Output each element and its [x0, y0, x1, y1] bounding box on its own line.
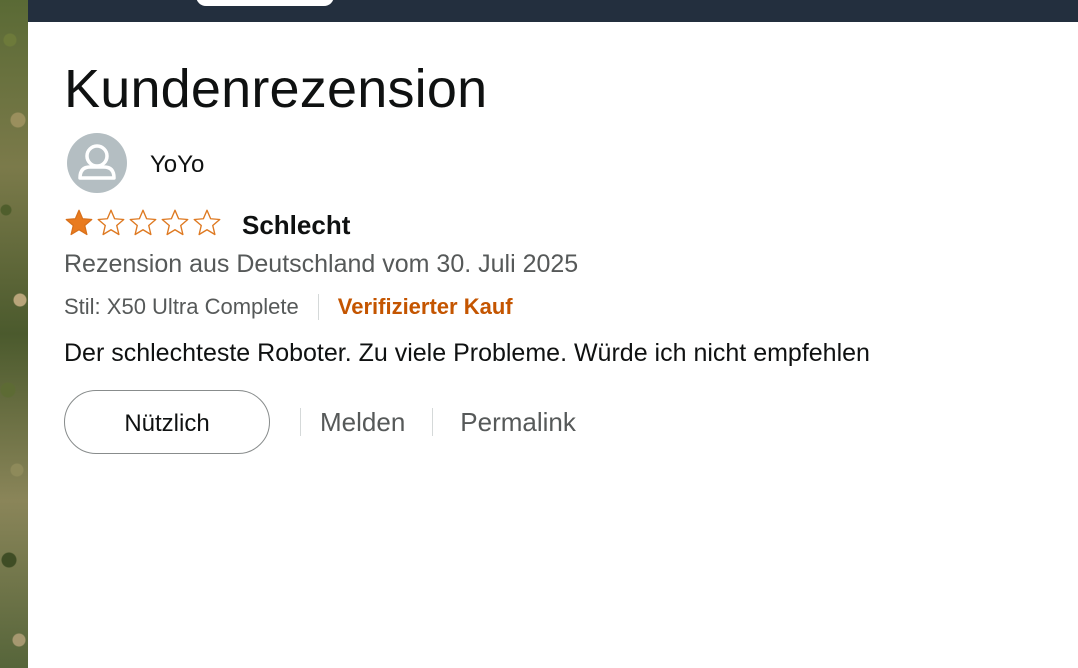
star-empty-icon	[160, 208, 190, 238]
page: Kundenrezension YoYo Schlecht Rezension …	[0, 0, 1078, 668]
product-style[interactable]: Stil: X50 Ultra Complete	[64, 294, 299, 320]
star-empty-icon	[128, 208, 158, 238]
divider	[317, 294, 319, 320]
divider	[432, 408, 434, 436]
review-panel: Kundenrezension YoYo Schlecht Rezension …	[28, 22, 1078, 668]
verified-purchase-badge: Verifizierter Kauf	[337, 294, 513, 319]
permalink-link[interactable]: Permalink	[460, 407, 576, 438]
review-title: Schlecht	[242, 210, 351, 240]
top-navigation-bar	[28, 0, 1078, 22]
reviewer-name[interactable]: YoYo	[150, 151, 204, 179]
review-body: Der schlechteste Roboter. Zu viele Probl…	[64, 339, 870, 367]
divider	[300, 408, 301, 436]
review-actions: Nützlich Melden Permalink	[64, 390, 576, 454]
star-empty-icon	[192, 208, 222, 238]
star-rating[interactable]	[64, 208, 222, 238]
report-link[interactable]: Melden	[320, 407, 405, 438]
star-empty-icon	[96, 208, 126, 238]
star-filled-icon	[64, 208, 94, 238]
review-date: Rezension aus Deutschland vom 30. Juli 2…	[64, 250, 579, 278]
helpful-button[interactable]: Nützlich	[64, 390, 270, 454]
review-meta: Stil: X50 Ultra Complete Verifizierter K…	[64, 294, 513, 320]
topbar-search-pill[interactable]	[196, 0, 334, 6]
user-avatar-icon	[67, 133, 127, 193]
page-title: Kundenrezension	[64, 59, 488, 119]
background-image-strip	[0, 0, 28, 668]
